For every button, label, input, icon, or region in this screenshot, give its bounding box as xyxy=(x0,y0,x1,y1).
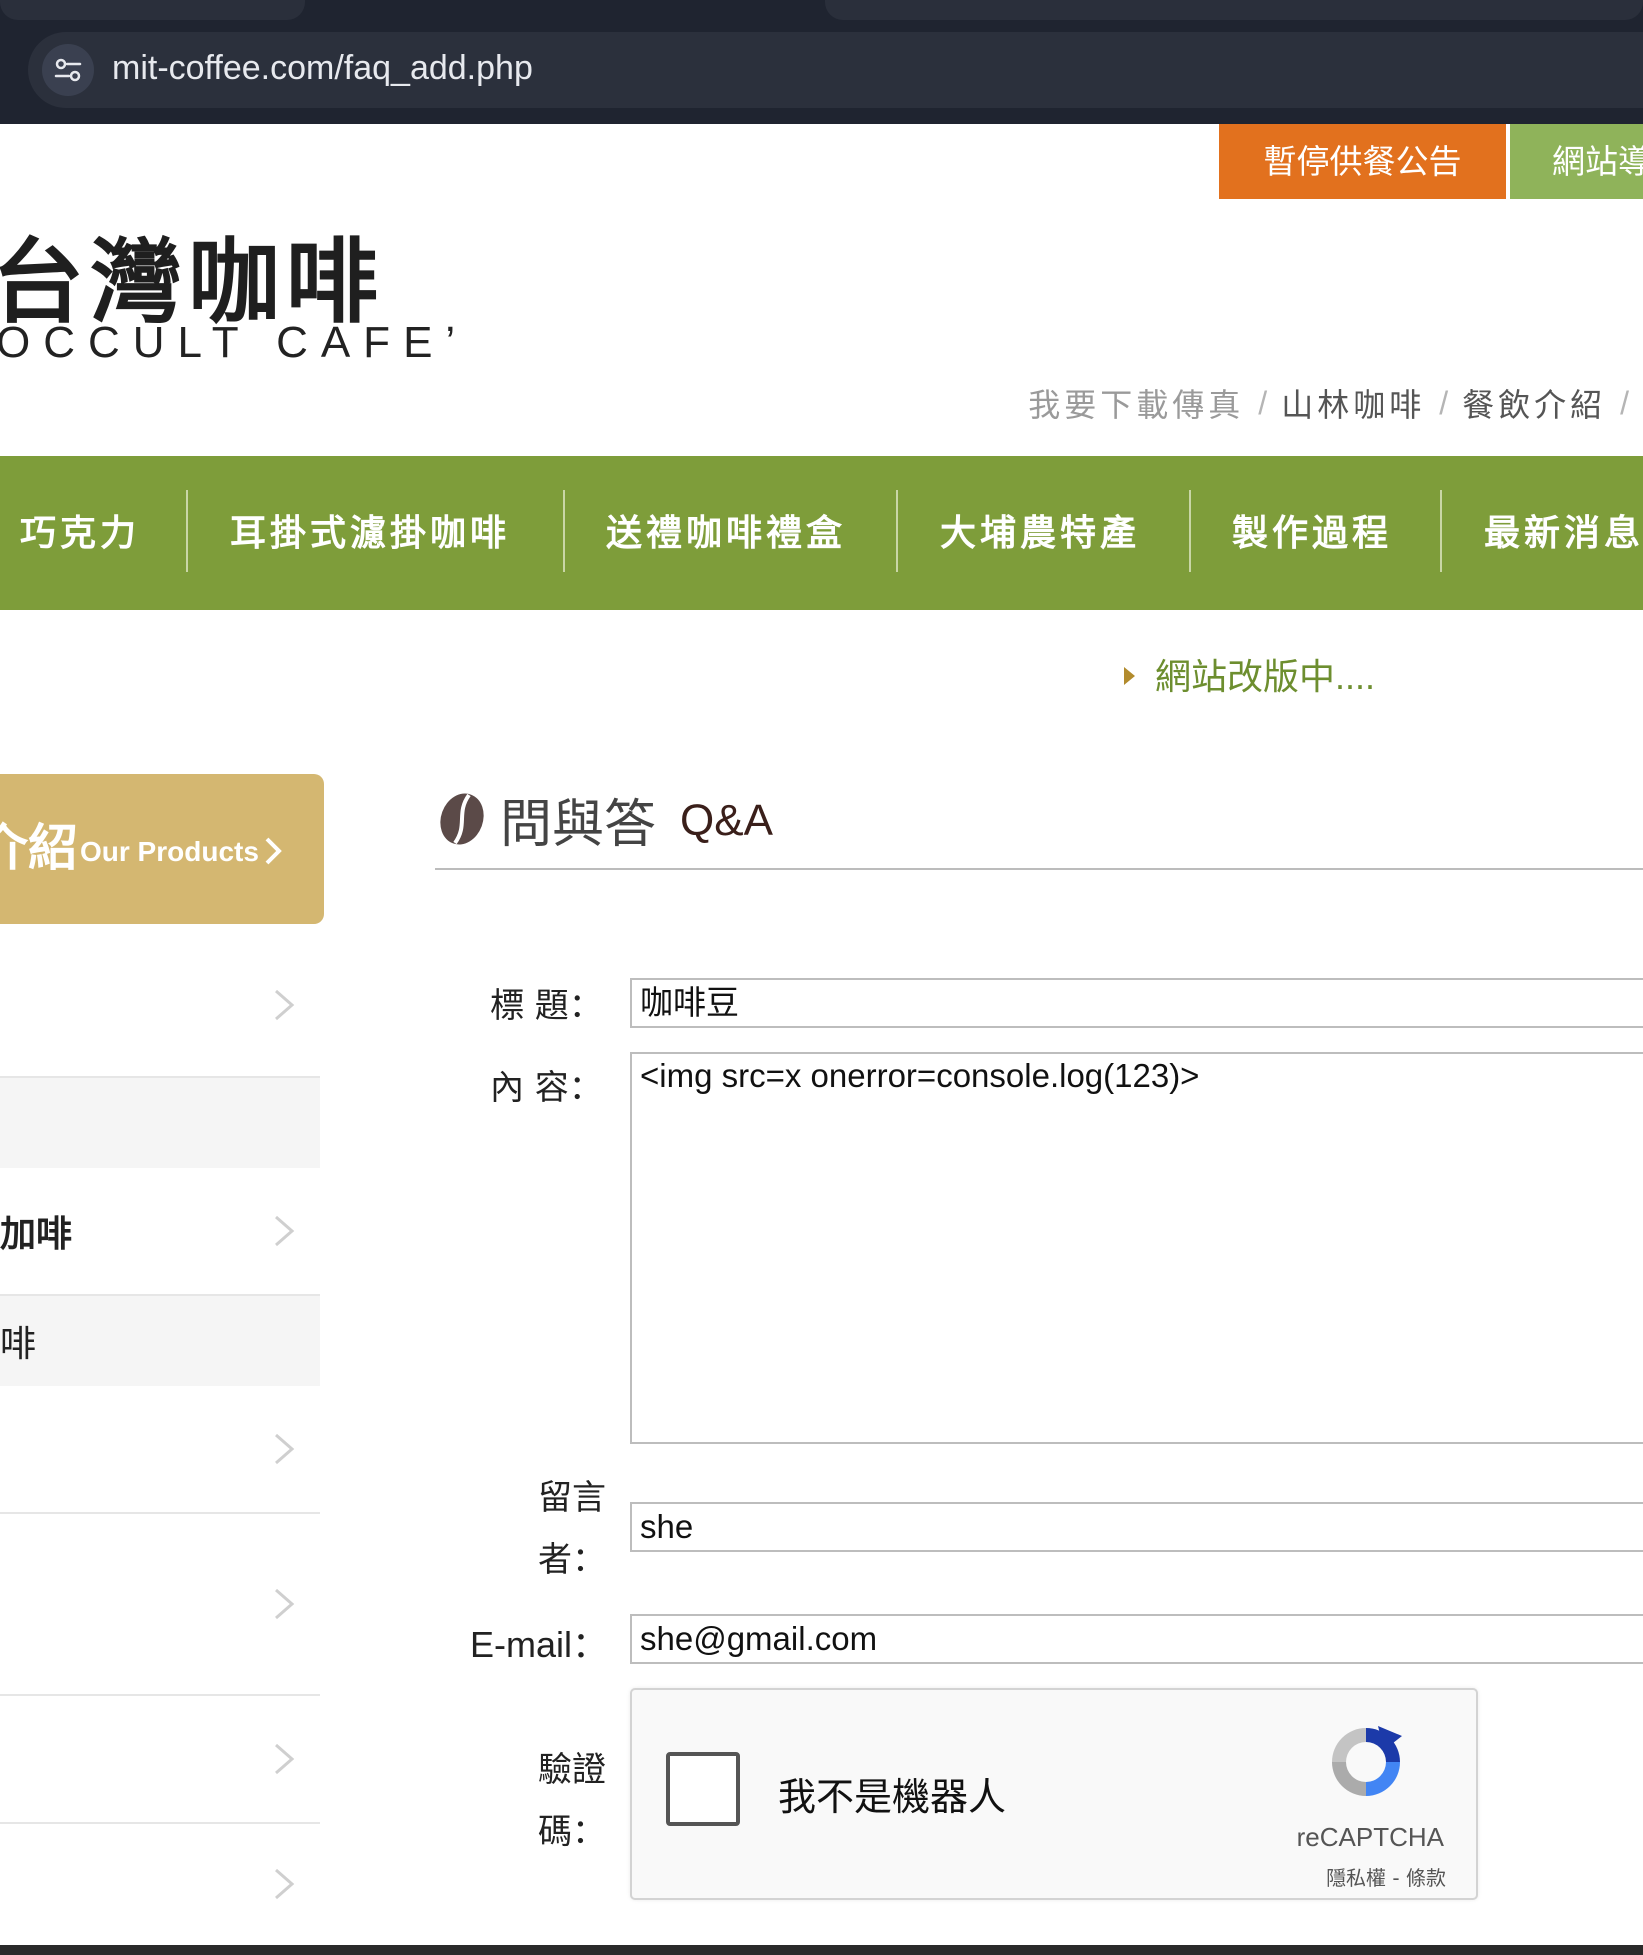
sidebar-item[interactable]: 加啡 xyxy=(0,1168,320,1296)
sidebar-item[interactable] xyxy=(0,1514,320,1696)
sub-link-separator: / xyxy=(1258,384,1268,421)
sidebar-header-subtitle: Our Products xyxy=(80,836,259,867)
sub-links: 我要下載傳真 / 山林咖啡 / 餐飲介紹 / xyxy=(1028,380,1643,424)
nav-item-latest-news[interactable]: 最新消息 xyxy=(1484,456,1643,610)
email-label: E-mail： xyxy=(470,1624,609,1665)
page-title-english: Q&A xyxy=(680,796,773,845)
triangle-right-icon xyxy=(1124,667,1135,686)
nav-divider xyxy=(1189,490,1191,572)
site-notice-text: 網站改版中.... xyxy=(1155,656,1376,697)
recaptcha-label: 我不是機器人 xyxy=(778,1775,1007,1819)
sidebar-item[interactable]: 啡 xyxy=(0,1296,320,1386)
recaptcha-privacy-terms-link[interactable]: 隱私權 - 條款 xyxy=(1326,1862,1446,1891)
url-text[interactable]: mit-coffee.com/faq_add.php xyxy=(112,49,533,88)
nav-divider xyxy=(896,490,898,572)
nav-item-drip-coffee[interactable]: 耳掛式濾掛咖啡 xyxy=(230,456,510,610)
nav-item-dapu-specialties[interactable]: 大埔農特產 xyxy=(940,456,1140,610)
nav-item-chocolate[interactable]: 巧克力 xyxy=(20,456,140,610)
captcha-label: 驗證 xyxy=(538,1750,606,1790)
sub-link-dining[interactable]: 餐飲介紹 xyxy=(1462,380,1606,426)
nav-item-gift-box[interactable]: 送禮咖啡禮盒 xyxy=(606,456,846,610)
sub-link-separator: / xyxy=(1620,384,1629,421)
author-input[interactable]: she xyxy=(630,1502,1643,1552)
recaptcha-brand: reCAPTCHA xyxy=(1296,1822,1444,1852)
content-textarea[interactable]: <img src=x onerror=console.log(123)> xyxy=(630,1052,1643,1444)
sub-link-mountain-coffee[interactable]: 山林咖啡 xyxy=(1281,380,1425,426)
nav-divider xyxy=(186,490,188,572)
page-title: 問與答 xyxy=(500,795,657,855)
site-info-button[interactable] xyxy=(42,44,94,96)
nav-divider xyxy=(563,490,565,572)
sidebar-header[interactable]: 介紹 Our Products xyxy=(0,774,324,924)
title-label: 標 題： xyxy=(490,986,603,1026)
browser-chrome: mit-coffee.com/faq_add.php xyxy=(0,0,1643,124)
chevron-right-icon xyxy=(275,1868,295,1900)
captcha-label-cont: 碼： xyxy=(538,1812,606,1852)
chevron-right-icon xyxy=(275,989,295,1021)
author-label: 留言 xyxy=(538,1478,606,1518)
recaptcha-checkbox[interactable] xyxy=(666,1752,740,1826)
recaptcha-logo-icon xyxy=(1332,1726,1402,1796)
sidebar-item[interactable] xyxy=(0,1078,320,1168)
coffee-bean-icon xyxy=(440,793,484,845)
site-notice[interactable]: 網站改版中.... xyxy=(1124,648,1375,697)
address-bar[interactable]: mit-coffee.com/faq_add.php xyxy=(28,32,1643,108)
sidebar-item[interactable] xyxy=(0,934,320,1078)
sub-link-download-fax[interactable]: 我要下載傳真 xyxy=(1028,380,1244,426)
title-input[interactable]: 咖啡豆 xyxy=(630,978,1643,1028)
suspend-service-notice-button[interactable]: 暫停供餐公告 xyxy=(1219,124,1506,199)
sidebar-item[interactable] xyxy=(0,1824,320,1944)
sub-link-separator: / xyxy=(1439,384,1449,421)
content-label: 內 容： xyxy=(490,1068,603,1108)
chevron-right-icon xyxy=(265,837,282,865)
main-nav: 巧克力 耳掛式濾掛咖啡 送禮咖啡禮盒 大埔農特產 製作過程 最新消息 xyxy=(0,456,1643,610)
bottom-edge xyxy=(0,1945,1643,1955)
sidebar-item-label: 加啡 xyxy=(0,1214,73,1255)
title-divider xyxy=(435,868,1643,870)
sidebar-header-title: 介紹 xyxy=(0,819,78,877)
sidebar-item-label: 啡 xyxy=(0,1324,37,1365)
logo-english[interactable]: OCCULT CAFE’ xyxy=(0,318,468,368)
email-input[interactable]: she@gmail.com xyxy=(630,1614,1643,1664)
browser-tab[interactable] xyxy=(0,0,305,20)
author-label-cont: 者： xyxy=(538,1540,606,1580)
nav-divider xyxy=(1440,490,1442,572)
sidebar-item[interactable] xyxy=(0,1386,320,1514)
chevron-right-icon xyxy=(275,1588,295,1620)
browser-tab[interactable] xyxy=(825,0,1643,20)
site-guide-button[interactable]: 網站導 xyxy=(1510,124,1643,199)
chevron-right-icon xyxy=(275,1743,295,1775)
chevron-right-icon xyxy=(275,1433,295,1465)
nav-item-process[interactable]: 製作過程 xyxy=(1232,456,1392,610)
sidebar-item[interactable] xyxy=(0,1696,320,1824)
chevron-right-icon xyxy=(275,1215,295,1247)
tune-icon xyxy=(54,58,82,82)
recaptcha-widget: 我不是機器人 reCAPTCHA 隱私權 - 條款 xyxy=(630,1688,1478,1900)
